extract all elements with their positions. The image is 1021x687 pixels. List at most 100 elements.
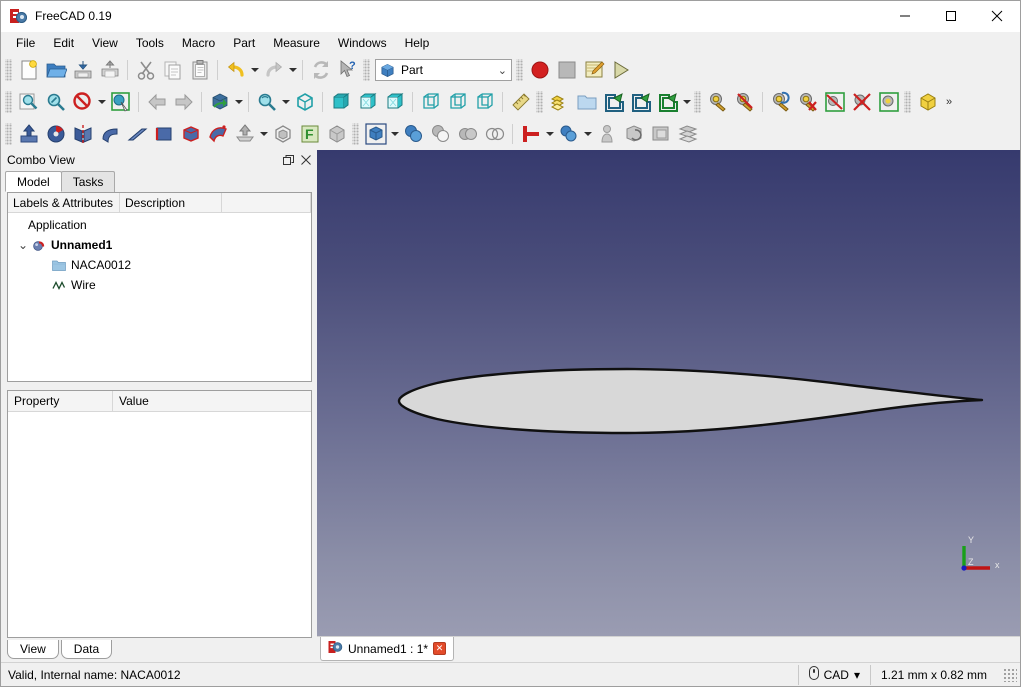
undo-dropdown-arrow[interactable]	[249, 57, 260, 84]
toolbar-grip-part[interactable]	[5, 123, 12, 145]
fit-all-icon[interactable]	[15, 89, 42, 116]
menu-windows[interactable]: Windows	[329, 33, 396, 53]
measure-ruler-icon[interactable]	[507, 89, 534, 116]
menu-help[interactable]: Help	[396, 33, 439, 53]
toolbar-grip[interactable]	[5, 59, 12, 81]
top-view-icon[interactable]	[354, 89, 381, 116]
sweep-icon[interactable]	[204, 121, 231, 148]
union-icon[interactable]	[454, 121, 481, 148]
link-actions-icon[interactable]	[654, 89, 681, 116]
3d-viewport[interactable]: Y x Z	[317, 150, 1020, 636]
fit-selection-icon[interactable]	[42, 89, 69, 116]
tree-item-wire[interactable]: Wire	[8, 275, 311, 295]
toolbar-grip-structure[interactable]	[536, 91, 543, 113]
cut-boolean-icon[interactable]	[427, 121, 454, 148]
nav-back-icon[interactable]	[143, 89, 170, 116]
texture-mapping-icon[interactable]	[731, 89, 758, 116]
mirror-icon[interactable]	[69, 121, 96, 148]
projection-shape-icon[interactable]	[323, 121, 350, 148]
box-gray-icon[interactable]	[362, 121, 389, 148]
naca0012-airfoil[interactable]	[317, 150, 1020, 630]
join-connect-icon[interactable]	[517, 121, 544, 148]
tree-item-unnamed1[interactable]: ⌄ Unnamed1	[8, 235, 311, 255]
save-document-icon[interactable]	[69, 57, 96, 84]
axonometric-icon[interactable]	[253, 89, 280, 116]
navigation-style-selector[interactable]: CAD ▾	[797, 664, 870, 685]
draw-style-dropdown-arrow[interactable]	[96, 89, 107, 116]
cut-icon[interactable]	[132, 57, 159, 84]
whats-this-icon[interactable]: ?	[334, 57, 361, 84]
toolbar-grip-inspect[interactable]	[694, 91, 701, 113]
maximize-button[interactable]	[928, 1, 974, 32]
chevron-down-icon[interactable]: ⌄	[16, 238, 30, 252]
menu-view[interactable]: View	[83, 33, 127, 53]
std-views-icon[interactable]	[206, 89, 233, 116]
link-make-icon[interactable]	[600, 89, 627, 116]
menu-macro[interactable]: Macro	[173, 33, 224, 53]
float-icon[interactable]	[279, 151, 297, 169]
tree-item-naca0012[interactable]: NACA0012	[8, 255, 311, 275]
tab-data[interactable]: Data	[60, 640, 113, 659]
toolbar-grip-box[interactable]	[904, 91, 911, 113]
geometry-check-icon[interactable]	[875, 89, 902, 116]
left-view-icon[interactable]	[471, 89, 498, 116]
remove-objects-icon[interactable]	[794, 89, 821, 116]
clipping-plane-icon[interactable]	[704, 89, 731, 116]
open-document-icon[interactable]	[42, 57, 69, 84]
resize-grip[interactable]	[1003, 667, 1017, 682]
fillet-icon[interactable]	[96, 121, 123, 148]
tab-tasks[interactable]: Tasks	[60, 171, 116, 192]
isometric-view-icon[interactable]	[291, 89, 318, 116]
minimize-button[interactable]	[882, 1, 928, 32]
create-group-icon[interactable]	[546, 89, 573, 116]
menu-tools[interactable]: Tools	[127, 33, 173, 53]
scene-inspector-icon[interactable]	[767, 89, 794, 116]
axonometric-dropdown-arrow[interactable]	[280, 89, 291, 116]
section-dropdown-arrow[interactable]	[258, 121, 269, 148]
toolbar-grip-view[interactable]	[5, 91, 12, 113]
front-view-icon[interactable]	[327, 89, 354, 116]
menu-file[interactable]: File	[7, 33, 44, 53]
loft-icon[interactable]	[177, 121, 204, 148]
redo-dropdown-arrow[interactable]	[287, 57, 298, 84]
macro-execute-icon[interactable]	[607, 57, 634, 84]
macro-edit-icon[interactable]	[580, 57, 607, 84]
bounding-box-icon[interactable]	[821, 89, 848, 116]
boolean-fragments-icon[interactable]	[620, 121, 647, 148]
split-objects-icon[interactable]	[555, 121, 582, 148]
ruled-surface-icon[interactable]	[150, 121, 177, 148]
primitives-dropdown-arrow[interactable]	[389, 121, 400, 148]
toolbar-grip-primitives[interactable]	[352, 123, 359, 145]
menu-measure[interactable]: Measure	[264, 33, 329, 53]
redo-icon[interactable]	[260, 57, 287, 84]
compound-tools-icon[interactable]	[593, 121, 620, 148]
split-dropdown-arrow[interactable]	[582, 121, 593, 148]
offset-3d-icon[interactable]	[269, 121, 296, 148]
macro-stop-icon[interactable]	[553, 57, 580, 84]
std-views-dropdown-arrow[interactable]	[233, 89, 244, 116]
toolbar-grip-macro[interactable]	[516, 59, 523, 81]
macro-record-icon[interactable]	[526, 57, 553, 84]
revolve-icon[interactable]	[42, 121, 69, 148]
nav-forward-icon[interactable]	[170, 89, 197, 116]
rear-view-icon[interactable]	[417, 89, 444, 116]
menu-edit[interactable]: Edit	[44, 33, 83, 53]
new-document-icon[interactable]	[15, 57, 42, 84]
link-group-icon[interactable]	[627, 89, 654, 116]
copy-icon[interactable]	[159, 57, 186, 84]
thickness-icon[interactable]: F	[296, 121, 323, 148]
tab-view[interactable]: View	[7, 640, 59, 659]
close-icon[interactable]: ✕	[433, 642, 447, 655]
toolbar-overflow-button[interactable]: »	[941, 89, 957, 116]
intersection-icon[interactable]	[481, 121, 508, 148]
section-icon[interactable]	[231, 121, 258, 148]
chamfer-icon[interactable]	[123, 121, 150, 148]
tree-item-application[interactable]: Application	[8, 215, 311, 235]
slice-apart-icon[interactable]	[647, 121, 674, 148]
workbench-selector[interactable]: Part ⌄	[375, 59, 512, 81]
boolean-icon[interactable]	[400, 121, 427, 148]
toolbar-grip-workbench[interactable]	[363, 59, 370, 81]
menu-part[interactable]: Part	[224, 33, 264, 53]
right-view-icon[interactable]	[381, 89, 408, 116]
selection-view-icon[interactable]	[107, 89, 134, 116]
